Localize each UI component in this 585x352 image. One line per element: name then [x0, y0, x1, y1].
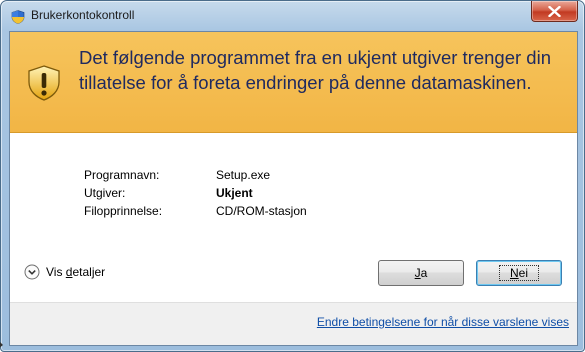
info-value: CD/ROM-stasjon	[216, 204, 307, 218]
no-button-label: Nei	[498, 265, 539, 281]
warning-shield-icon	[28, 65, 60, 101]
dialog-footer: Endre betingelsene for når disse varslen…	[10, 303, 577, 345]
chevron-down-circle-icon	[24, 264, 40, 280]
details-label: Vis detaljer	[46, 265, 106, 279]
title-bar[interactable]: Brukerkontokontroll	[1, 1, 584, 31]
close-button[interactable]	[531, 1, 578, 22]
info-value: Ukjent	[216, 186, 253, 200]
info-row-file-origin: Filopprinnelse: CD/ROM-stasjon	[84, 202, 307, 220]
info-label: Programnavn:	[84, 168, 160, 182]
close-icon	[548, 6, 561, 17]
dialog-content: Det følgende programmet fra en ukjent ut…	[9, 31, 578, 346]
window-title: Brukerkontokontroll	[31, 8, 135, 22]
yes-button[interactable]: Ja	[378, 260, 464, 286]
info-row-program-name: Programnavn: Setup.exe	[84, 166, 307, 184]
change-notification-settings-link[interactable]: Endre betingelsene for når disse varslen…	[317, 315, 569, 329]
info-label: Utgiver:	[84, 186, 126, 200]
show-details-toggle[interactable]: Vis detaljer	[24, 264, 105, 280]
uac-shield-icon	[11, 10, 25, 24]
uac-dialog-window: Brukerkontokontroll Det følgende program…	[0, 0, 585, 352]
yes-button-label: Ja	[414, 266, 428, 280]
program-info: Programnavn: Setup.exe Utgiver: Ukjent Fil…	[84, 166, 307, 220]
info-value: Setup.exe	[216, 168, 271, 182]
warning-headline: Det følgende programmet fra en ukjent ut…	[79, 47, 551, 93]
no-button[interactable]: Nei	[476, 260, 562, 286]
info-label: Filopprinnelse:	[84, 204, 163, 218]
info-row-publisher: Utgiver: Ukjent	[84, 184, 307, 202]
warning-banner: Det følgende programmet fra en ukjent ut…	[10, 32, 577, 133]
mouse-cursor-icon	[0, 342, 3, 348]
